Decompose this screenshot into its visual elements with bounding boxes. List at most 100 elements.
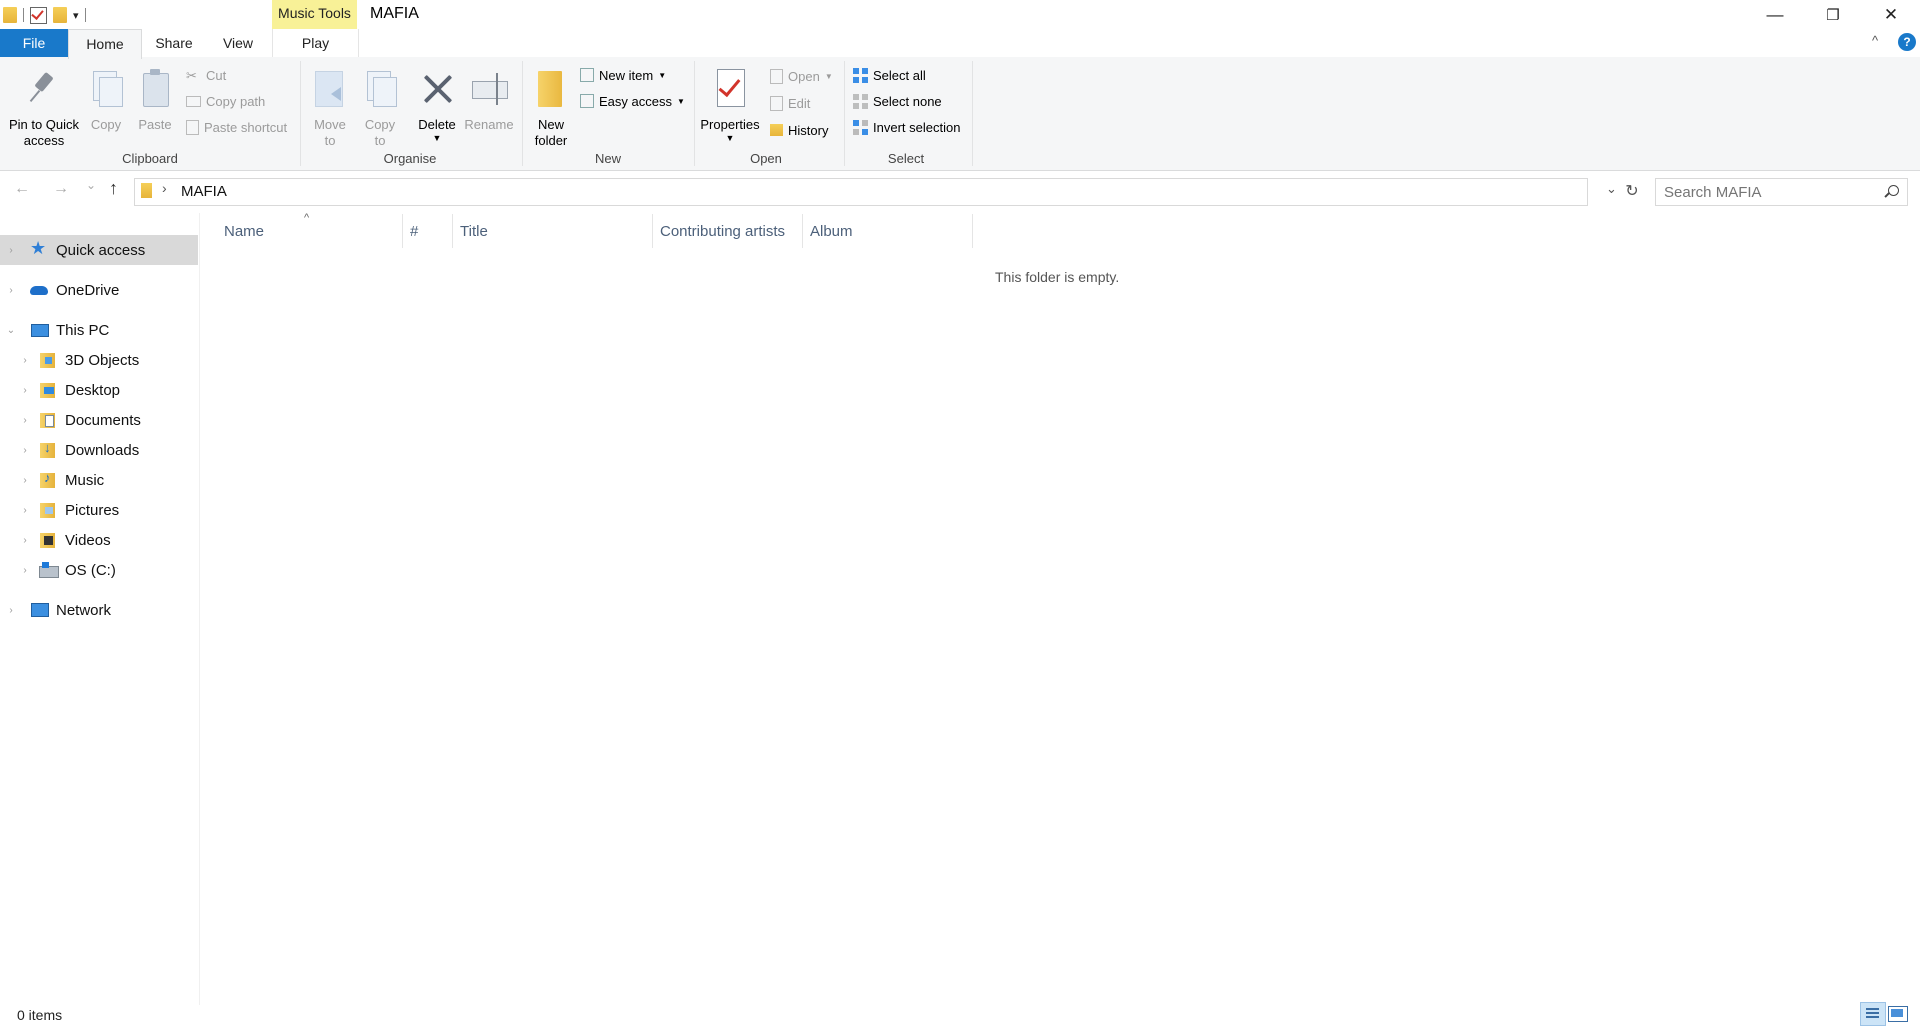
expand-arrow-icon[interactable]: › [18, 415, 32, 426]
tab-file[interactable]: File [0, 29, 68, 57]
address-dropdown-icon[interactable]: ⌄ [1606, 181, 1617, 197]
history-button[interactable]: History [770, 119, 828, 141]
paste-shortcut-button[interactable]: Paste shortcut [186, 116, 287, 138]
edit-icon [770, 95, 783, 111]
paste-label: Paste [138, 117, 172, 132]
copy-label: Copy [90, 117, 122, 132]
refresh-icon[interactable]: ↻ [1620, 178, 1644, 206]
copy-to-icon [361, 67, 399, 111]
column-divider[interactable] [452, 214, 453, 248]
column-header-title[interactable]: Title [460, 223, 488, 240]
back-arrow-icon[interactable]: ← [14, 180, 30, 198]
easy-access-button[interactable]: Easy access ▼ [580, 90, 685, 112]
select-all-button[interactable]: Select all [853, 64, 926, 86]
details-view-icon[interactable] [1860, 1002, 1886, 1026]
column-divider[interactable] [652, 214, 653, 248]
address-bar[interactable] [134, 178, 1588, 206]
collapse-arrow-icon[interactable]: ⌄ [4, 325, 18, 336]
minimize-button[interactable]: — [1746, 0, 1804, 29]
music-tools-context-label: Music Tools [272, 0, 357, 29]
column-header-name[interactable]: Name [224, 223, 264, 240]
documents-folder-icon [39, 411, 57, 429]
expand-arrow-icon[interactable]: › [18, 355, 32, 366]
nav-item-this-pc[interactable]: ⌄ This PC [0, 315, 198, 345]
close-button[interactable]: ✕ [1862, 0, 1920, 29]
nav-label: Downloads [65, 441, 140, 459]
nav-item-documents[interactable]: › Documents [0, 405, 198, 435]
expand-arrow-icon[interactable]: › [18, 565, 32, 576]
customize-toolbar-arrow-icon[interactable]: ▾ [73, 9, 79, 22]
delete-button[interactable]: Delete ▼ [414, 67, 460, 143]
nav-item-music[interactable]: › Music [0, 465, 198, 495]
open-button[interactable]: Open ▼ [770, 65, 833, 87]
cut-button[interactable]: ✂ Cut [186, 64, 226, 86]
nav-item-os-c[interactable]: › OS (C:) [0, 555, 198, 585]
new-item-button[interactable]: New item ▼ [580, 64, 666, 86]
copy-path-label: Copy path [206, 93, 266, 109]
nav-item-desktop[interactable]: › Desktop [0, 375, 198, 405]
collapse-ribbon-icon[interactable]: ^ [1872, 33, 1878, 48]
nav-label: Videos [65, 531, 111, 549]
new-folder-button[interactable]: New folder [530, 67, 572, 149]
nav-label: Documents [65, 411, 141, 429]
copy-path-button[interactable]: Copy path [186, 90, 265, 112]
column-header-number[interactable]: # [410, 223, 418, 240]
expand-arrow-icon[interactable]: › [18, 385, 32, 396]
properties-check-icon[interactable] [30, 6, 47, 24]
maximize-button[interactable]: ❐ [1804, 0, 1862, 29]
nav-item-pictures[interactable]: › Pictures [0, 495, 198, 525]
nav-item-onedrive[interactable]: › OneDrive [0, 275, 198, 305]
tab-view[interactable]: View [208, 29, 268, 57]
nav-item-downloads[interactable]: › Downloads [0, 435, 198, 465]
column-divider[interactable] [402, 214, 403, 248]
nav-label: OS (C:) [65, 561, 116, 579]
nav-item-3d-objects[interactable]: › 3D Objects [0, 345, 198, 375]
tab-play[interactable]: Play [272, 29, 359, 57]
invert-selection-button[interactable]: Invert selection [853, 116, 960, 138]
nav-item-videos[interactable]: › Videos [0, 525, 198, 555]
copy-path-icon [186, 95, 201, 107]
select-none-label: Select none [873, 93, 942, 109]
expand-arrow-icon[interactable]: › [4, 605, 18, 616]
up-arrow-icon[interactable]: ↑ [109, 178, 118, 199]
breadcrumb-chevron-icon[interactable]: › [162, 180, 167, 196]
tab-home[interactable]: Home [68, 29, 142, 59]
move-to-button[interactable]: Move to [310, 67, 350, 149]
column-divider[interactable] [802, 214, 803, 248]
expand-arrow-icon[interactable]: › [18, 445, 32, 456]
expand-arrow-icon[interactable]: › [4, 245, 18, 256]
new-folder-icon[interactable] [53, 7, 67, 23]
file-list[interactable] [200, 213, 1920, 1005]
delete-label: Delete [418, 117, 456, 132]
search-icon[interactable] [1888, 185, 1899, 196]
rename-button[interactable]: Rename [464, 67, 514, 133]
paste-button[interactable]: Paste [134, 67, 176, 133]
drive-icon [39, 561, 59, 579]
nav-item-network[interactable]: › Network [0, 595, 198, 625]
nav-item-quick-access[interactable]: › Quick access [0, 235, 198, 265]
select-none-button[interactable]: Select none [853, 90, 942, 112]
breadcrumb-mafia[interactable]: MAFIA [181, 183, 227, 200]
recent-locations-icon[interactable]: ⌄ [86, 178, 96, 192]
column-divider[interactable] [972, 214, 973, 248]
copy-to-button[interactable]: Copy to [360, 67, 400, 149]
pin-to-quick-access-button[interactable]: Pin to Quick access [6, 67, 82, 149]
copy-button[interactable]: Copy [86, 67, 126, 133]
expand-arrow-icon[interactable]: › [4, 285, 18, 296]
properties-button[interactable]: Properties ▼ [698, 67, 762, 143]
search-input[interactable] [1656, 179, 1884, 205]
expand-arrow-icon[interactable]: › [18, 535, 32, 546]
help-icon[interactable]: ? [1898, 33, 1916, 51]
large-icons-view-icon[interactable] [1888, 1006, 1908, 1022]
search-box[interactable] [1655, 178, 1908, 206]
forward-arrow-icon[interactable]: → [53, 180, 69, 198]
column-header-contributing-artists[interactable]: Contributing artists [660, 223, 785, 240]
select-all-label: Select all [873, 67, 926, 83]
tab-share[interactable]: Share [142, 29, 206, 57]
expand-arrow-icon[interactable]: › [18, 475, 32, 486]
edit-button[interactable]: Edit [770, 92, 810, 114]
easy-access-icon [580, 94, 594, 108]
expand-arrow-icon[interactable]: › [18, 505, 32, 516]
music-folder-icon [39, 470, 57, 489]
column-header-album[interactable]: Album [810, 223, 853, 240]
